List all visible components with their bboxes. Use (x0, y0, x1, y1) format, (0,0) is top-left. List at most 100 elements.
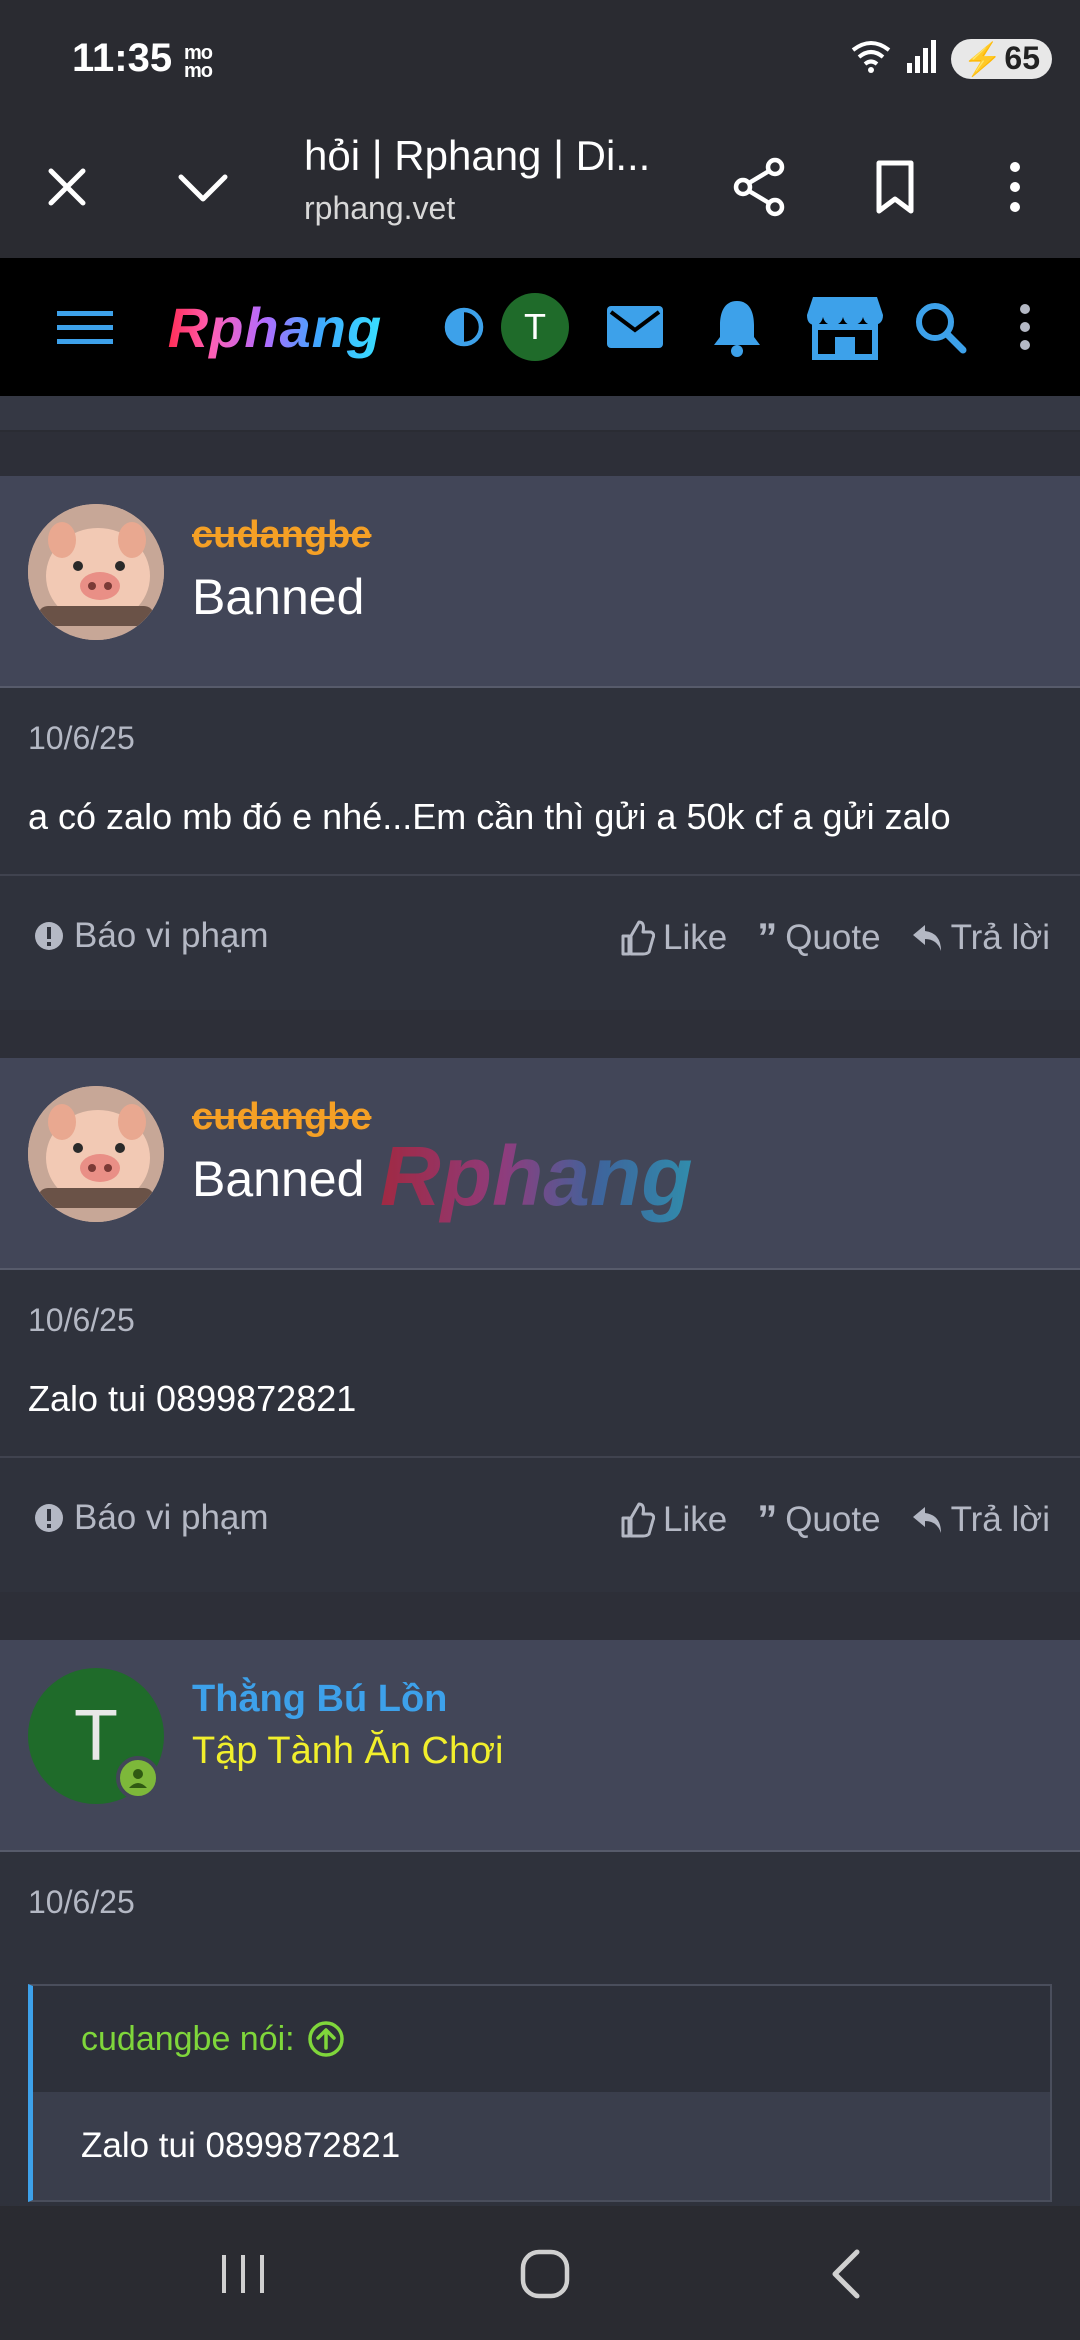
post-header: cudangbe Banned (0, 476, 1080, 688)
store-icon (807, 297, 883, 360)
post-actions: Like ” Quote Trả lời (619, 918, 1050, 958)
store-button[interactable] (800, 282, 890, 372)
back-icon (832, 2249, 860, 2299)
reply-label: Trả lời (950, 918, 1050, 957)
chevron-down-icon (178, 174, 228, 202)
post: cudangbe Banned 10/6/25 a có zalo mb đó … (0, 476, 1080, 1010)
battery-indicator: ⚡ 65 (950, 38, 1052, 79)
back-button[interactable] (802, 2234, 892, 2314)
avatar[interactable] (28, 1086, 164, 1222)
username[interactable]: cudangbe (192, 1096, 371, 1139)
battery-level: 65 (1004, 40, 1040, 76)
hamburger-icon (57, 311, 113, 344)
inbox-button[interactable] (600, 282, 670, 372)
user-title: Banned (192, 1151, 365, 1207)
more-vertical-icon (1020, 304, 1030, 350)
avatar-initial: T (74, 1696, 118, 1776)
like-button[interactable]: Like (619, 918, 727, 958)
quote-button[interactable]: ” Quote (757, 918, 880, 958)
quote-button[interactable]: ” Quote (757, 1500, 880, 1540)
search-button[interactable] (900, 282, 980, 372)
hamburger-menu-button[interactable] (40, 282, 130, 372)
post-date[interactable]: 10/6/25 (28, 1302, 135, 1339)
notifications-button[interactable] (702, 282, 772, 372)
pig-avatar-image (28, 504, 164, 640)
share-button[interactable] (714, 142, 804, 232)
quote-author: cudangbe nói: (81, 2019, 295, 2058)
status-icons: ⚡ 65 (849, 38, 1052, 79)
thumbs-up-icon (621, 920, 655, 956)
page-url[interactable]: rphang.vet (304, 190, 455, 227)
avatar[interactable] (28, 504, 164, 640)
minimize-button[interactable] (158, 142, 248, 232)
page-title: hỏi | Rphang | Di... (304, 132, 651, 179)
bookmark-icon (876, 160, 914, 214)
quote-icon: ” (757, 1498, 778, 1542)
status-time: 11:35 (72, 36, 173, 80)
post-header: cudangbe Banned Rphang (0, 1058, 1080, 1270)
post-date[interactable]: 10/6/25 (28, 1884, 135, 1921)
home-icon (520, 2249, 570, 2299)
avatar[interactable]: T (28, 1668, 164, 1804)
like-label: Like (662, 1500, 728, 1539)
site-logo-text: Rphang (167, 295, 383, 359)
like-label: Like (662, 918, 728, 957)
close-tab-button[interactable] (22, 142, 112, 232)
status-bar: 11:35 mo mo ⚡ 65 (0, 0, 1080, 118)
reply-icon (912, 1507, 941, 1533)
report-button[interactable]: Báo vi phạm (34, 1498, 269, 1538)
bookmark-button[interactable] (850, 142, 940, 232)
site-logo[interactable]: Rphang (150, 282, 400, 372)
reply-button[interactable]: Trả lời (911, 1500, 1050, 1540)
browser-toolbar: hỏi | Rphang | Di... rphang.vet (0, 118, 1080, 258)
reply-button[interactable]: Trả lời (911, 918, 1050, 958)
username[interactable]: Thằng Bú Lồn (192, 1678, 447, 1721)
report-label: Báo vi phạm (74, 916, 269, 955)
recent-apps-button[interactable] (198, 2234, 288, 2314)
reply-label: Trả lời (950, 1500, 1050, 1539)
signal-icon (906, 39, 937, 78)
user-title: Banned (192, 569, 365, 625)
like-button[interactable]: Like (619, 1500, 727, 1540)
quote-label: Quote (785, 1500, 881, 1539)
nav-more-button[interactable] (1000, 282, 1050, 372)
quoted-post: cudangbe nói: Zalo tui 0899872821 (28, 1984, 1052, 2202)
thumbs-up-icon (621, 1502, 655, 1538)
alert-icon (35, 922, 63, 950)
post-header: T Thằng Bú Lồn Tập Tành Ăn Chơi (0, 1640, 1080, 1852)
alert-icon (35, 1504, 63, 1532)
post-body: a có zalo mb đó e nhé...Em cần thì gửi a… (28, 796, 951, 837)
carrier-icon: mo mo (184, 42, 213, 82)
share-icon (733, 157, 785, 217)
user-title: Tập Tành Ăn Chơi (192, 1730, 504, 1772)
quote-icon: ” (757, 916, 778, 960)
post-body: Zalo tui 0899872821 (28, 1378, 357, 1419)
previous-post-edge (0, 396, 1080, 432)
site-navbar: Rphang T (0, 258, 1080, 396)
wifi-icon (849, 38, 893, 79)
mail-icon (607, 306, 663, 348)
menu-button[interactable] (970, 142, 1060, 232)
online-status-icon (116, 1756, 160, 1800)
post: cudangbe Banned Rphang 10/6/25 Zalo tui … (0, 1058, 1080, 1592)
more-vertical-icon (1010, 162, 1020, 212)
quote-content: Zalo tui 0899872821 (81, 2126, 401, 2165)
report-button[interactable]: Báo vi phạm (34, 916, 269, 956)
account-button[interactable]: T (498, 282, 572, 372)
bell-icon (714, 301, 760, 357)
charging-icon: ⚡ (962, 40, 1003, 77)
username[interactable]: cudangbe (192, 514, 371, 557)
post-date[interactable]: 10/6/25 (28, 720, 135, 757)
close-icon (48, 168, 86, 206)
user-avatar: T (501, 293, 569, 361)
post-footer: Báo vi phạm Like ” Quote Trả lời (0, 874, 1080, 1010)
post: T Thằng Bú Lồn Tập Tành Ăn Chơi 10/6/25 … (0, 1640, 1080, 2206)
quote-label: Quote (785, 918, 881, 957)
post-footer: Báo vi phạm Like ” Quote Trả lời (0, 1456, 1080, 1592)
theme-toggle-button[interactable] (434, 282, 494, 372)
post-actions: Like ” Quote Trả lời (619, 1500, 1050, 1540)
reply-icon (912, 925, 941, 951)
quote-header[interactable]: cudangbe nói: (33, 1986, 1050, 2092)
rphang-watermark: Rphang (380, 1129, 693, 1223)
home-button[interactable] (500, 2234, 590, 2314)
